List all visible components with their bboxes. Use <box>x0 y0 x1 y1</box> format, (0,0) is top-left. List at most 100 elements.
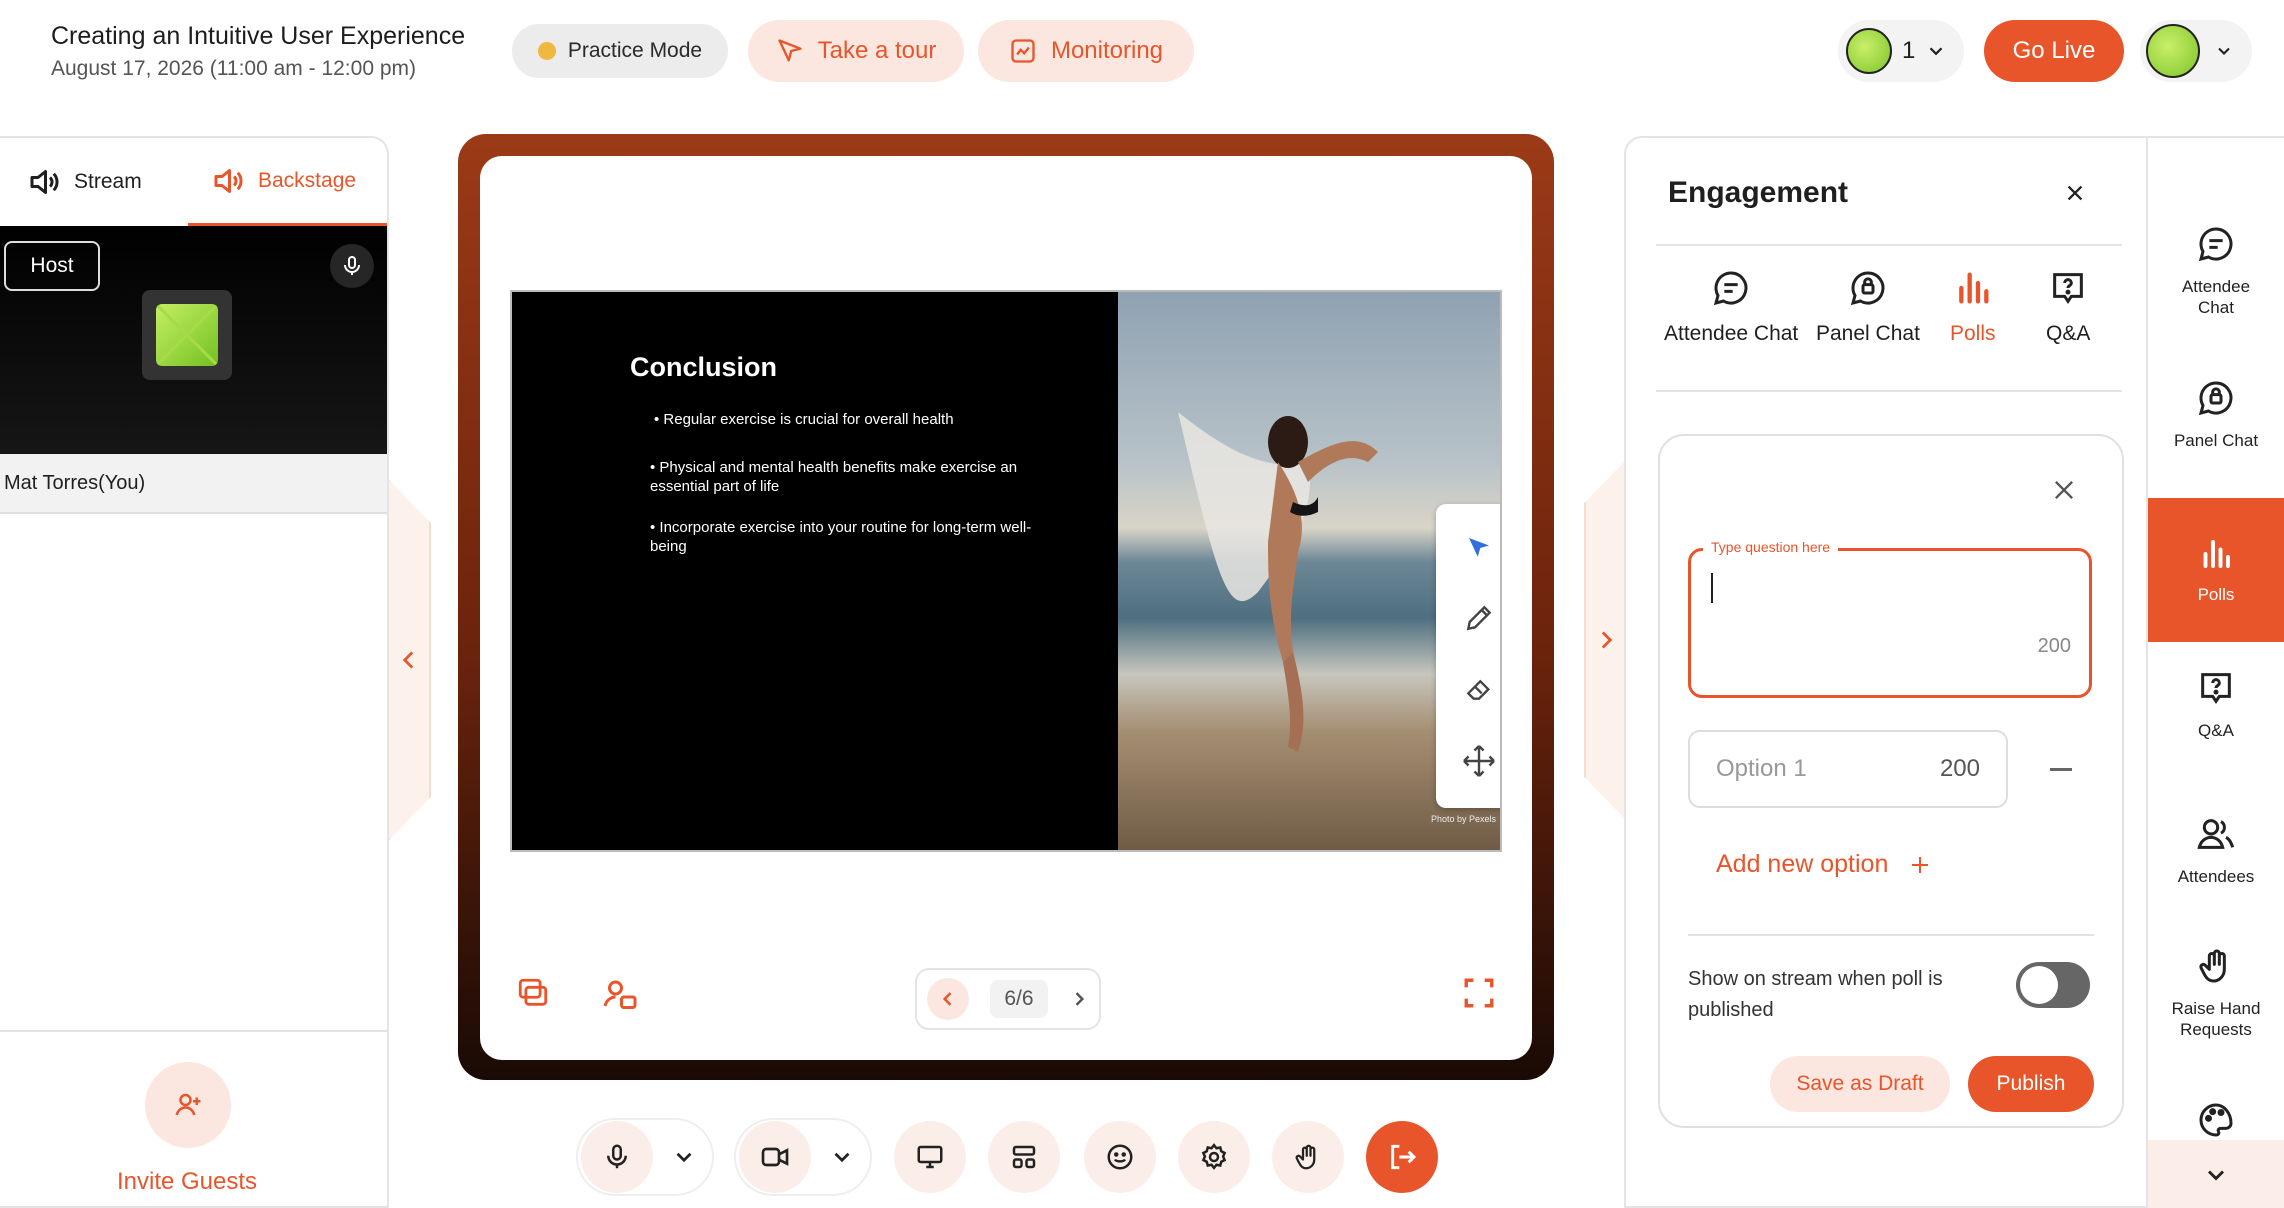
chevron-right-icon <box>1601 631 1613 649</box>
profile-menu[interactable] <box>2140 20 2252 82</box>
divider <box>1688 934 2094 936</box>
stage-canvas: Conclusion • Regular exercise is crucial… <box>480 156 1532 1060</box>
option-placeholder: Option 1 <box>1716 755 1807 782</box>
rail-item-label: Q&A <box>2198 721 2234 740</box>
left-panel-collapse[interactable] <box>389 480 431 840</box>
publish-button[interactable]: Publish <box>1968 1056 2094 1112</box>
rail-item-label: Attendee Chat <box>2181 277 2251 317</box>
leave-button[interactable] <box>1366 1121 1438 1193</box>
attendee-count-dropdown[interactable]: 1 <box>1838 20 1964 82</box>
tab-attendee-chat[interactable]: Attendee Chat <box>1664 268 1798 346</box>
attendee-count: 1 <box>1902 37 1916 64</box>
take-tour-label: Take a tour <box>817 37 937 64</box>
invite-guests-button[interactable] <box>145 1062 231 1148</box>
hand-icon <box>1295 1144 1316 1170</box>
layout-button[interactable] <box>988 1121 1060 1193</box>
raise-hand-icon <box>2199 949 2226 983</box>
tab-backstage[interactable]: Backstage <box>188 138 387 226</box>
stage-frame: Conclusion • Regular exercise is crucial… <box>458 134 1554 1080</box>
poll-question-input[interactable]: Type question here 200 <box>1688 539 2092 698</box>
rail-scroll-down[interactable] <box>2148 1140 2284 1208</box>
rail-item-qa[interactable]: Q&A <box>2148 668 2284 741</box>
move-icon[interactable] <box>1461 743 1497 779</box>
monitoring-label: Monitoring <box>1050 37 1164 64</box>
host-video-tile[interactable]: Host <box>0 226 387 454</box>
host-avatar <box>142 290 232 380</box>
settings-button[interactable] <box>1178 1121 1250 1193</box>
polls-icon <box>1958 272 1989 304</box>
eraser-icon[interactable] <box>1463 672 1495 704</box>
chevron-down-icon <box>2207 1170 2225 1181</box>
tab-attendee-chat-label: Attendee Chat <box>1664 322 1799 345</box>
tab-qa[interactable]: Q&A <box>2046 268 2090 346</box>
poll-option-input[interactable]: Option 1 200 <box>1688 730 2008 808</box>
layers-icon[interactable] <box>516 976 550 1010</box>
pencil-icon[interactable] <box>1463 602 1495 634</box>
close-icon <box>2055 481 2073 499</box>
right-panel-collapse[interactable] <box>1584 460 1626 820</box>
gear-icon <box>1201 1143 1227 1170</box>
panel-chat-icon <box>2198 381 2233 416</box>
qa-icon <box>2053 273 2084 305</box>
tab-stream-label: Stream <box>74 170 142 193</box>
rail-item-theme[interactable] <box>2148 1100 2284 1140</box>
user-camera-icon[interactable] <box>602 976 638 1012</box>
invite-guests-label[interactable]: Invite Guests <box>0 1168 374 1196</box>
camera-toggle-button[interactable] <box>739 1121 811 1193</box>
chevron-down-icon[interactable] <box>671 1144 697 1170</box>
tab-stream[interactable]: Stream <box>26 138 142 226</box>
chevron-down-icon[interactable] <box>829 1144 855 1170</box>
page-indicator: 6/6 <box>989 980 1048 1018</box>
slide-title: Conclusion <box>630 352 777 382</box>
add-option-label: Add new option <box>1716 850 1889 878</box>
rail-item-panel-chat[interactable]: Panel Chat <box>2148 378 2284 451</box>
screen-share-button[interactable] <box>894 1121 966 1193</box>
practice-mode-badge: Practice Mode <box>512 24 728 78</box>
take-tour-button[interactable]: Take a tour <box>748 20 964 82</box>
save-draft-button[interactable]: Save as Draft <box>1770 1056 1950 1112</box>
option-char-counter: 200 <box>1939 755 1980 782</box>
rail-item-label: Raise Hand Requests <box>2171 999 2261 1039</box>
rail-item-label: Attendees <box>2177 867 2255 886</box>
speaker-icon <box>214 168 243 193</box>
raise-hand-button[interactable] <box>1272 1121 1344 1193</box>
chat-icon <box>1714 271 1748 306</box>
presentation-slide[interactable]: Conclusion • Regular exercise is crucial… <box>510 290 1502 852</box>
tab-panel-chat-label: Panel Chat <box>1816 322 1920 345</box>
rail-item-raise-hand[interactable]: Raise Hand Requests <box>2148 946 2284 1040</box>
tab-polls-label: Polls <box>1950 322 1996 345</box>
host-name: Mat Torres(You) <box>0 454 387 514</box>
cursor-icon[interactable] <box>1464 533 1494 563</box>
previous-slide-button[interactable] <box>927 978 970 1020</box>
close-engagement-button[interactable] <box>2064 182 2086 204</box>
next-slide-button[interactable] <box>1069 989 1089 1009</box>
go-live-button[interactable]: Go Live <box>1984 20 2124 82</box>
qa-icon <box>2201 673 2231 705</box>
user-avatar <box>2146 24 2200 78</box>
remove-option-icon[interactable] <box>2050 768 2072 771</box>
mic-toggle-button[interactable] <box>581 1121 653 1193</box>
microphone-icon <box>344 256 360 275</box>
chevron-left-icon <box>402 651 414 669</box>
photo-credit: Photo by Pexels <box>1430 814 1496 824</box>
rail-item-polls[interactable]: Polls <box>2148 498 2284 642</box>
monitor-chart-icon <box>1011 39 1035 63</box>
show-on-stream-toggle[interactable] <box>2016 962 2090 1008</box>
polls-icon <box>2203 539 2230 568</box>
close-icon <box>2067 185 2083 201</box>
tab-panel-chat[interactable]: Panel Chat <box>1816 268 1920 346</box>
speaker-icon <box>30 170 59 194</box>
divider <box>1656 390 2122 392</box>
monitoring-button[interactable]: Monitoring <box>978 20 1194 82</box>
discard-poll-button[interactable] <box>2050 476 2078 504</box>
toggle-knob <box>2020 966 2058 1004</box>
add-option-button[interactable]: Add new option <box>1716 850 1932 879</box>
rail-item-attendee-chat[interactable]: Attendee Chat <box>2148 224 2284 318</box>
slide-pager: 6/6 <box>915 968 1101 1030</box>
fullscreen-icon[interactable] <box>1462 976 1496 1010</box>
rail-item-attendees[interactable]: Attendees <box>2148 814 2284 887</box>
tab-polls[interactable]: Polls <box>1950 268 1996 346</box>
reactions-button[interactable] <box>1084 1121 1156 1193</box>
camera-control <box>734 1118 872 1196</box>
host-mic-button[interactable] <box>330 244 374 288</box>
